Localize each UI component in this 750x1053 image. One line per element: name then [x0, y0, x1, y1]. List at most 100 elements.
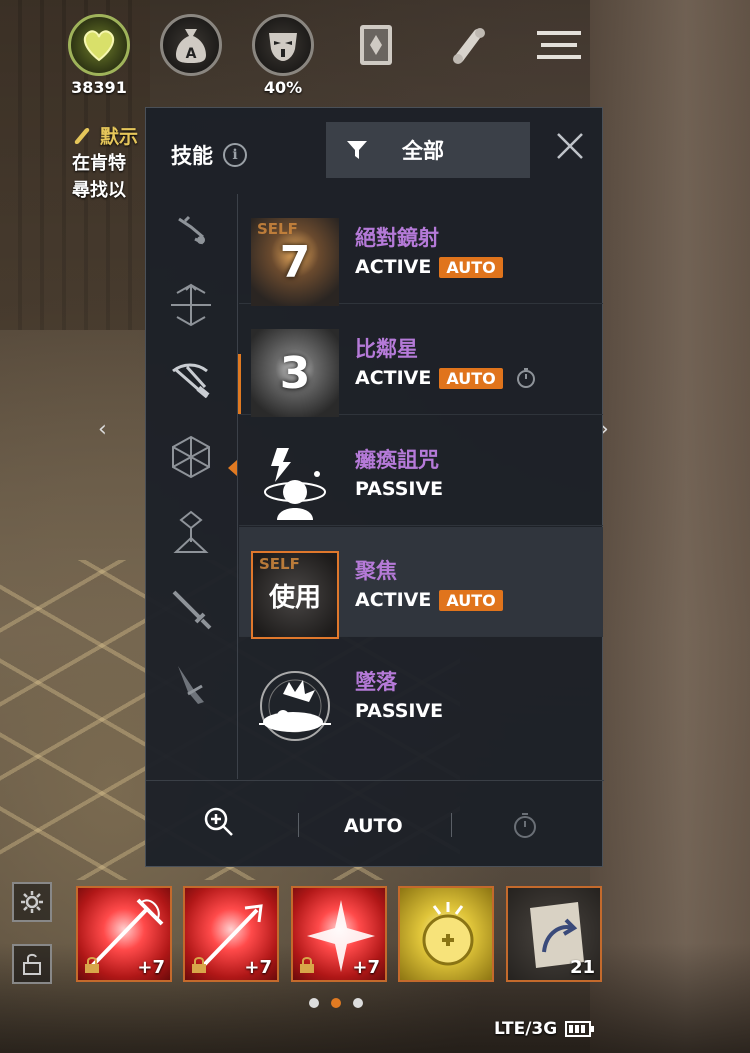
filter-dropdown[interactable]: 全部 [326, 122, 530, 178]
category-bow-tab[interactable] [164, 278, 218, 332]
chevron-left-icon[interactable]: ‹ [98, 417, 107, 442]
sword-icon [172, 590, 212, 630]
close-icon [557, 133, 583, 159]
page-dot[interactable] [353, 998, 363, 1008]
slot-count: 21 [569, 957, 595, 978]
skill-icon-proxima: 3 [251, 329, 339, 417]
footer-divider [451, 813, 452, 837]
background-right-wall [590, 0, 750, 1053]
lock-icon [300, 957, 314, 973]
category-totem-tab[interactable] [164, 506, 218, 560]
skill-type-row: ACTIVE AUTO [355, 256, 503, 278]
codex-button[interactable] [345, 14, 407, 76]
lock-toggle-button[interactable] [12, 944, 52, 984]
auto-button[interactable]: AUTO [344, 815, 403, 837]
cooldown-number: 3 [279, 347, 311, 399]
slot-count: +7 [244, 957, 272, 978]
quest-scroll-icon [74, 127, 90, 144]
hamburger-menu-icon [528, 14, 590, 76]
page-indicator [309, 998, 363, 1008]
quest-title-text: 默示 [100, 126, 139, 148]
settings-button[interactable] [12, 882, 52, 922]
buff-percent: 40% [263, 78, 303, 97]
skill-panel-header: 技能 i 全部 [146, 108, 604, 194]
mask-icon [252, 14, 314, 76]
quickslot-5[interactable]: 21 [506, 886, 602, 982]
skill-name: 癱瘓詛咒 [355, 448, 439, 472]
skill-row[interactable]: 3 比鄰星 ACTIVE AUTO [239, 305, 603, 417]
skill-row[interactable]: 墜落 PASSIVE [239, 638, 603, 748]
medal-icon [422, 902, 474, 966]
skill-icon-focus: SELF 使用 [251, 551, 339, 639]
skill-category-list [146, 194, 241, 779]
close-button[interactable] [550, 126, 590, 166]
page-dot-active[interactable] [331, 998, 341, 1008]
skill-type: ACTIVE [355, 256, 432, 278]
skill-icon-paralysis-curse [251, 440, 339, 528]
skill-type: ACTIVE [355, 367, 432, 389]
skill-name: 墜落 [355, 670, 397, 694]
buff-button[interactable]: 40% [252, 14, 314, 97]
quickslot-4[interactable] [398, 886, 494, 982]
info-icon[interactable]: i [223, 143, 247, 167]
skill-icon-absolute-mirror: SELF 7 [251, 218, 339, 306]
self-tag: SELF [259, 555, 300, 573]
top-hud: 38391 A 40% [0, 0, 750, 100]
category-crossbow-tab[interactable] [164, 354, 241, 414]
quickslot-2[interactable]: +7 [183, 886, 279, 982]
auto-badge: AUTO [439, 256, 503, 278]
bow-arrows-icon [171, 283, 211, 327]
slot-count: +7 [137, 957, 165, 978]
skill-row-selected[interactable]: SELF 使用 聚焦 ACTIVE AUTO [239, 527, 603, 639]
scroll-icon [437, 14, 499, 76]
gear-icon [21, 891, 43, 913]
filter-label: 全部 [402, 139, 444, 163]
zoom-button[interactable] [202, 805, 242, 845]
skill-type-row: ACTIVE AUTO [355, 589, 503, 611]
quickslot-3[interactable]: +7 [291, 886, 387, 982]
skill-panel: 技能 i 全部 SELF 7 絕對鏡射 ACTIVE AUTO 3 比鄰星 AC… [145, 107, 604, 867]
stopwatch-icon [514, 813, 536, 838]
filter-funnel-icon [347, 141, 367, 159]
book-icon [345, 14, 407, 76]
quest-scroll-button[interactable] [437, 14, 499, 76]
lock-icon [85, 957, 99, 973]
stance-icon [178, 215, 205, 245]
category-sword-tab[interactable] [164, 582, 218, 636]
panel-title: 技能 i [171, 140, 247, 170]
active-category-pointer [228, 460, 237, 476]
dagger-icon [178, 666, 204, 704]
use-label: 使用 [268, 582, 321, 613]
skill-icon-fall [251, 662, 339, 750]
svg-text:A: A [186, 46, 197, 62]
unlock-icon [23, 953, 41, 975]
crossbow-icon [172, 363, 210, 399]
skill-name: 比鄰星 [355, 337, 418, 361]
quickslot-1[interactable]: +7 [76, 886, 172, 982]
currency-button[interactable]: 38391 [68, 14, 130, 97]
self-tag: SELF [257, 220, 298, 238]
bag-button[interactable]: A [160, 14, 222, 76]
panel-title-text: 技能 [171, 144, 213, 168]
auto-badge: AUTO [439, 367, 503, 389]
stopwatch-icon [516, 368, 535, 388]
zoom-in-icon [204, 807, 233, 836]
timer-button[interactable] [511, 811, 539, 843]
page-dot[interactable] [309, 998, 319, 1008]
skill-name: 聚焦 [355, 559, 397, 583]
skill-list: SELF 7 絕對鏡射 ACTIVE AUTO 3 比鄰星 ACTIVE AUT… [239, 194, 603, 774]
battery-icon [565, 1021, 595, 1037]
menu-button[interactable] [528, 14, 590, 76]
skill-row[interactable]: SELF 7 絕對鏡射 ACTIVE AUTO [239, 194, 603, 306]
network-status: LTE/3G [494, 1019, 558, 1039]
skill-row[interactable]: 癱瘓詛咒 PASSIVE [239, 416, 603, 526]
category-crystal-tab[interactable] [164, 430, 218, 484]
footer-divider [298, 813, 299, 837]
category-dagger-tab[interactable] [164, 658, 218, 712]
skill-type-row: ACTIVE AUTO [355, 367, 537, 389]
totem-icon [173, 510, 209, 553]
category-stance-tab[interactable] [164, 204, 218, 258]
heart-currency-icon [68, 14, 130, 76]
skill-type: PASSIVE [355, 478, 444, 500]
lock-icon [192, 957, 206, 973]
